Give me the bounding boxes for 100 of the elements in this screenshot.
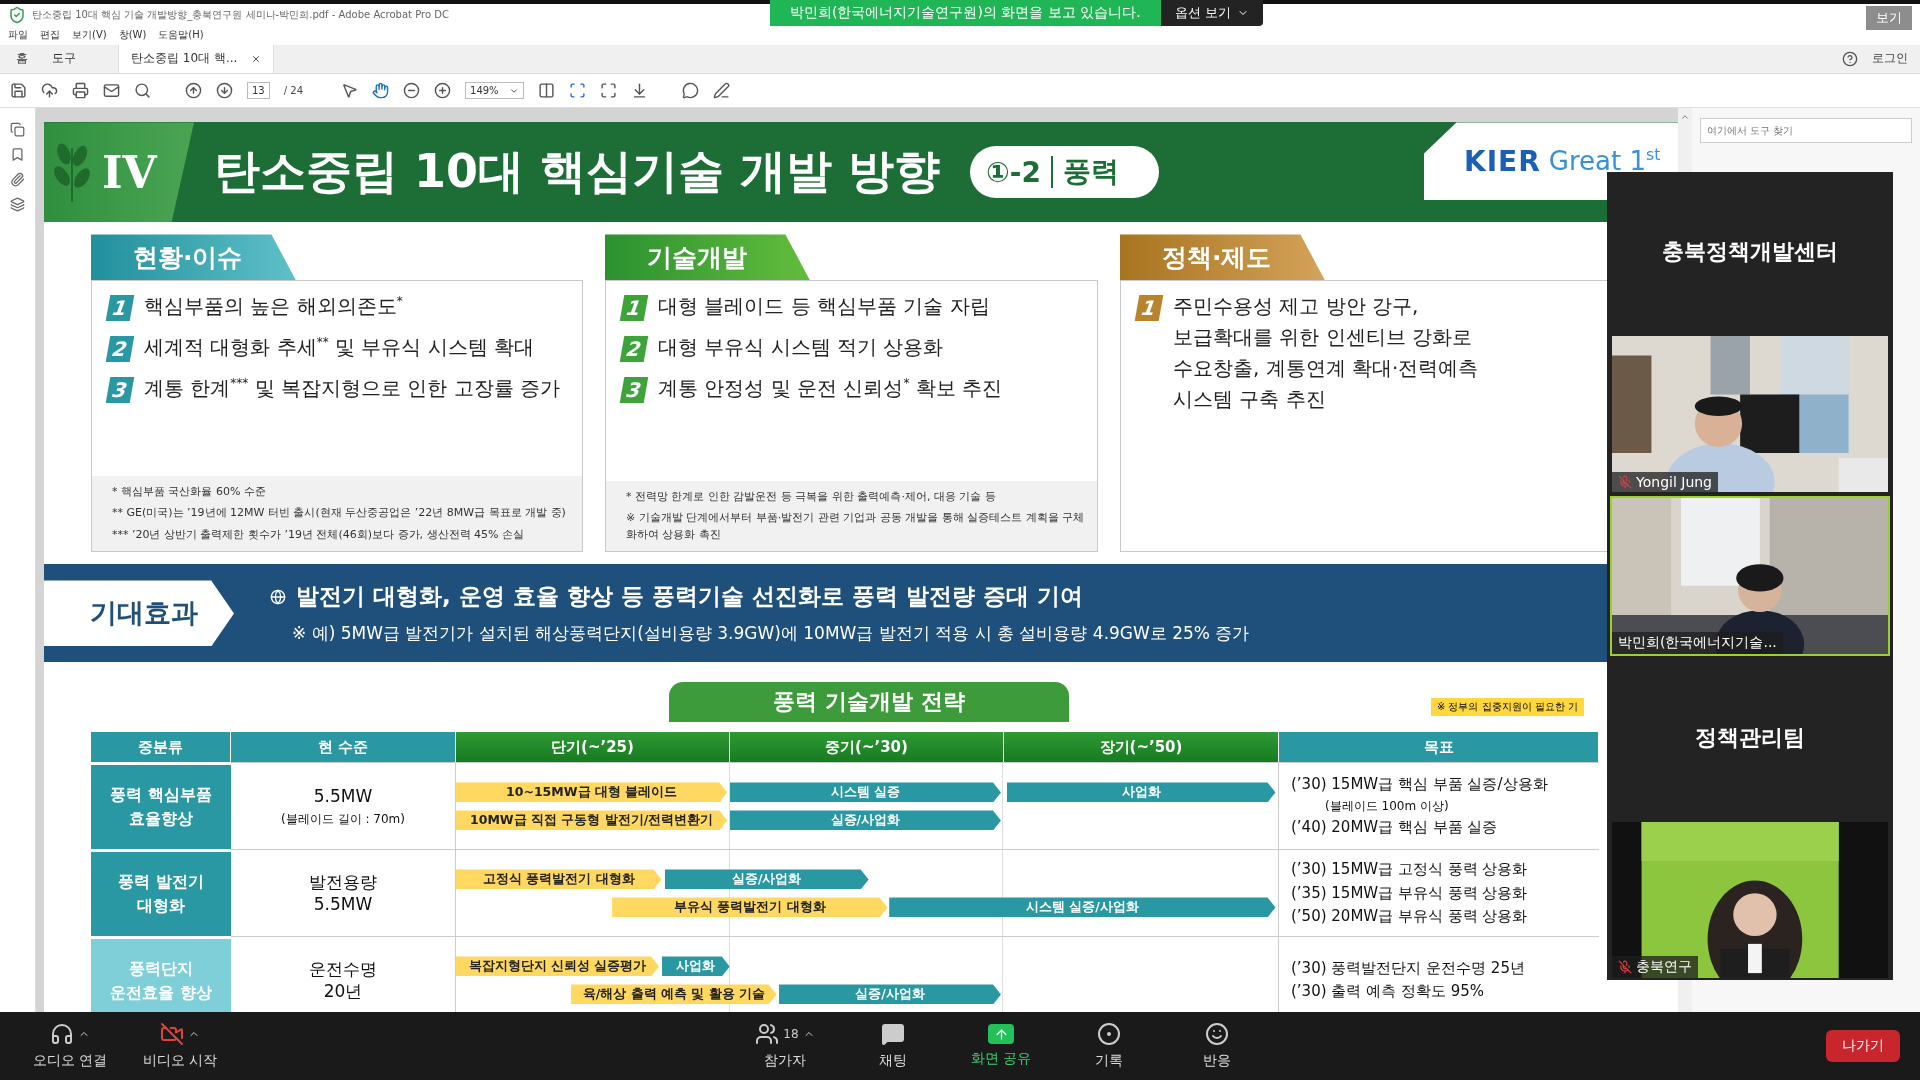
video-button[interactable]: 비디오 시작	[120, 1021, 240, 1072]
task-bar: 10MW급 직접 구동형 발전기/전력변환기	[456, 810, 728, 831]
goal-text: (’40) 20MW급 핵심 부품 실증	[1291, 817, 1499, 839]
phase-bar: 사업화	[661, 956, 730, 977]
phase-bar: 사업화	[1006, 782, 1276, 803]
number-badge: 3	[105, 377, 135, 404]
meeting-button[interactable]: 18 참가자	[740, 1021, 830, 1072]
task-bar: 고정식 풍력발전기 대형화	[456, 869, 662, 890]
meeting-button[interactable]: 채팅	[848, 1021, 938, 1072]
number-badge: 1	[619, 295, 649, 322]
strategy-note: ※ 정부의 집중지원이 필요한 기	[1430, 698, 1584, 717]
goal-text: (’30) 풍력발전단지 운전수명 25년	[1291, 957, 1526, 979]
next-page-icon[interactable]	[216, 82, 233, 99]
audio-button[interactable]: 오디오 연결	[20, 1021, 120, 1072]
paperclip-icon[interactable]	[10, 172, 25, 188]
footnote: * 전력망 한계로 인한 감발운전 등 극복을 위한 출력예측·제어, 대응 기술 등	[626, 488, 997, 505]
footnote: ** GE(미국)는 ’19년에 12MW 터빈 출시(현재 두산중공업은 ’22년 8MW급 목표로 개발 중)	[112, 505, 567, 522]
task-bar: 부유식 풍력발전기 대형화	[612, 897, 888, 918]
pointer-icon[interactable]	[341, 82, 358, 99]
phase-bar: 실증/사업화	[729, 810, 1001, 831]
participant-label: 충북정책개발센터	[1662, 238, 1838, 266]
menu-item[interactable]: 보기(V)	[72, 28, 107, 43]
marquee-icon[interactable]	[568, 82, 586, 99]
section-item: 대형 부유식 시스템 적기 상용화	[658, 334, 944, 362]
section-item: 대형 블레이드 등 핵심부품 기술 자립	[658, 293, 990, 321]
fullscreen-icon[interactable]	[599, 82, 617, 99]
section-item: 계통 안정성 및 운전 신뢰성$^{*}$ 확보 추진	[658, 375, 1003, 403]
page-count: / 24	[283, 85, 303, 96]
search-icon[interactable]	[134, 82, 151, 99]
chat-icon	[881, 1022, 905, 1047]
section-item: 핵심부품의 높은 해외의존도$^{*}$	[144, 293, 403, 321]
shield-icon	[8, 5, 26, 24]
footnote: * 핵심부품 국산화율 60% 수준	[112, 483, 267, 500]
phase-bar: 시스템 실증	[729, 782, 1001, 803]
reaction-icon	[1205, 1022, 1229, 1047]
video-off-icon	[160, 1022, 184, 1047]
participant-name: 박민희(한국에너지기술...	[1612, 632, 1783, 654]
menu-item[interactable]: 편집	[40, 28, 60, 43]
meeting-button[interactable]: 기록	[1064, 1021, 1154, 1072]
close-icon[interactable]	[251, 53, 262, 64]
category-cell: 풍력단지 운전효율 향상	[91, 936, 231, 1013]
meeting-button[interactable]: 화면 공유	[956, 1023, 1046, 1070]
hand-icon[interactable]	[372, 82, 389, 99]
print-icon[interactable]	[72, 82, 89, 99]
section-item: 주민수용성 제고 방안 강구, 보급확대를 위한 인센티브 강화로 수요창출, 계통연계 확대·전력예측 시스템 구축 추진	[1173, 293, 1480, 414]
menu-item[interactable]: 창(W)	[118, 28, 147, 43]
column-header: 중기(~’30)	[730, 732, 1004, 763]
page-number-field[interactable]: 13	[247, 82, 270, 99]
page-layout-icon[interactable]	[537, 82, 555, 99]
category-cell: 풍력 발전기 대형화	[91, 849, 231, 937]
previous-page-icon[interactable]	[185, 82, 202, 99]
save-icon[interactable]	[10, 82, 27, 99]
globe-icon	[270, 588, 286, 605]
login-link[interactable]: 로그인	[1872, 50, 1908, 68]
footnote: ※ 기술개발 단계에서부터 부품·발전기 관련 기업과 공동 개발을 통해 실증테스트 계획을 구체화하여 상용화 촉진	[626, 510, 1085, 543]
number-badge: 1	[1134, 295, 1164, 322]
help-icon[interactable]	[1842, 50, 1858, 67]
footnote: *** ’20년 상반기 출력제한 횟수가 ’19년 전체(46회)보다 증가, 생산전력 45% 손실	[112, 526, 525, 543]
column-header: 단기(~’25)	[456, 732, 730, 763]
tab[interactable]: 도구	[40, 44, 88, 73]
phase-bar: 시스템 실증/사업화	[889, 897, 1276, 918]
phase-bar: 실증/사업화	[664, 869, 869, 890]
chapter-number: IV	[102, 146, 157, 198]
zoom-field[interactable]: 149%	[465, 82, 524, 99]
participant-name: Yongil Jung	[1612, 472, 1718, 492]
section-item: 계통 한계$^{***}$ 및 복잡지형으로 인한 고장률 증가	[144, 375, 561, 403]
pen-icon[interactable]	[712, 82, 730, 99]
zoom-in-icon[interactable]	[434, 82, 451, 99]
section-heading: 현황·이슈	[91, 234, 296, 281]
effect-headline: 발전기 대형화, 운영 효율 향상 등 풍력기술 선진화로 풍력 발전량 증대 기여	[296, 582, 1083, 612]
video-tile[interactable]: Yongil Jung	[1610, 334, 1890, 494]
zoom-out-icon[interactable]	[403, 82, 420, 99]
window-title: 탄소중립 10대 핵심 기술 개발방향_충북연구원 세미나-박민희.pdf - Adobe Acrobat Pro DC	[32, 7, 449, 22]
comment-icon[interactable]	[681, 82, 699, 99]
leave-button[interactable]: 나가기	[1826, 1030, 1900, 1063]
tab[interactable]: 탄소중립 10대 핵...	[118, 44, 275, 73]
pages-icon[interactable]	[10, 122, 25, 138]
view-options-button[interactable]: 옵션 보기	[1160, 0, 1263, 26]
goal-text: (’30) 15MW급 고정식 풍력 상용화	[1291, 858, 1529, 880]
share-screen-icon	[988, 1024, 1014, 1045]
menu-item[interactable]: 파일	[8, 28, 28, 43]
logo: KIER	[1464, 144, 1541, 178]
cloud-upload-icon[interactable]	[41, 82, 58, 99]
tab[interactable]: 홈	[4, 44, 40, 73]
menu-item[interactable]: 도움말(H)	[158, 28, 204, 43]
layers-icon[interactable]	[10, 197, 25, 213]
phase-bar: 실증/사업화	[779, 984, 1001, 1005]
slide-title: 탄소중립 10대 핵심기술 개발 방향	[214, 143, 941, 201]
share-banner: 박민희(한국에너지기술연구원)의 화면을 보고 있습니다.	[770, 0, 1161, 26]
task-bar: 10~15MW급 대형 블레이드	[456, 782, 728, 803]
tool-search-field[interactable]: 여기에서 도구 찾기	[1700, 118, 1912, 144]
column-header: 목표	[1279, 732, 1599, 763]
headphones-icon	[50, 1022, 74, 1047]
video-tile[interactable]: 박민희(한국에너지기술...	[1610, 496, 1890, 656]
mail-icon[interactable]	[103, 82, 120, 99]
video-tile[interactable]: 충북연구	[1610, 820, 1890, 980]
number-badge: 2	[619, 336, 649, 363]
meeting-button[interactable]: 반응	[1172, 1021, 1262, 1072]
bookmark-icon[interactable]	[10, 147, 25, 163]
section-heading: 정책·제도	[1120, 234, 1325, 281]
